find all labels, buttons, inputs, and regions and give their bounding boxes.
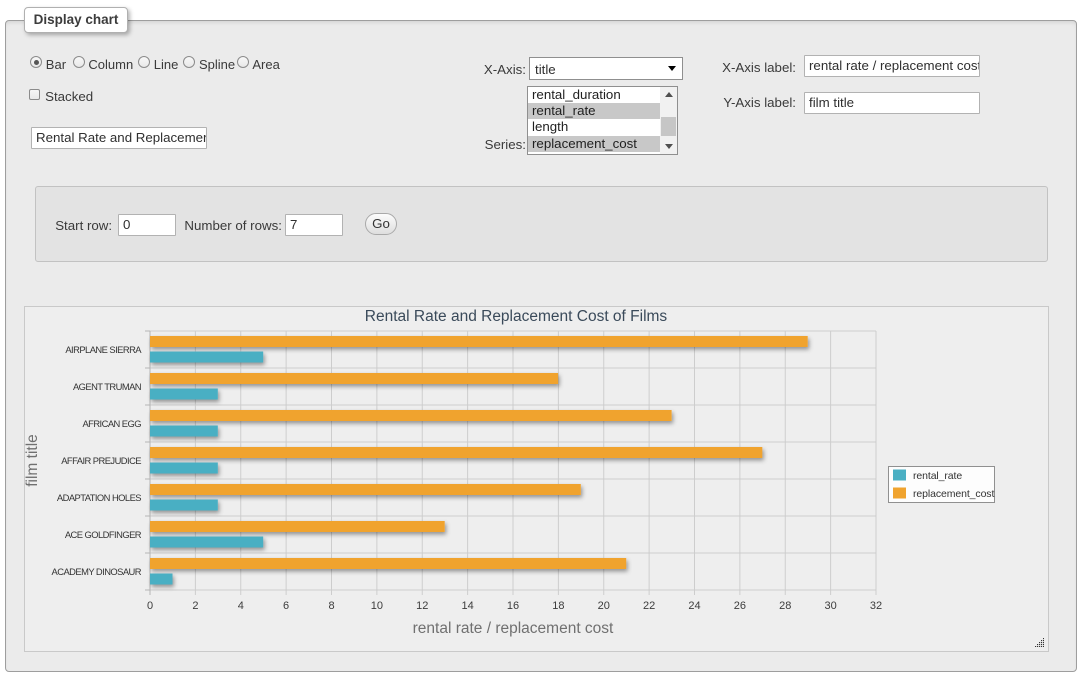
svg-text:32: 32 (870, 600, 882, 612)
svg-text:AGENT TRUMAN: AGENT TRUMAN (73, 381, 141, 392)
svg-text:26: 26 (734, 600, 746, 612)
svg-text:14: 14 (461, 600, 473, 612)
svg-text:rental rate / replacement cost: rental rate / replacement cost (413, 620, 614, 637)
svg-text:replacement_cost: replacement_cost (913, 488, 994, 500)
svg-text:4: 4 (238, 600, 244, 612)
svg-text:10: 10 (371, 600, 383, 612)
svg-text:6: 6 (283, 600, 289, 612)
svg-text:rental_rate: rental_rate (913, 470, 962, 482)
svg-text:18: 18 (552, 600, 564, 612)
svg-text:2: 2 (192, 600, 198, 612)
svg-text:Rental Rate and Replacement Co: Rental Rate and Replacement Cost of Film… (365, 308, 668, 325)
svg-text:20: 20 (598, 600, 610, 612)
svg-text:film title: film title (25, 434, 41, 487)
svg-text:ADAPTATION HOLES: ADAPTATION HOLES (57, 492, 141, 503)
svg-text:8: 8 (328, 600, 334, 612)
svg-text:24: 24 (688, 600, 700, 612)
svg-text:0: 0 (147, 600, 153, 612)
svg-text:AIRPLANE SIERRA: AIRPLANE SIERRA (65, 344, 142, 355)
svg-text:22: 22 (643, 600, 655, 612)
svg-text:AFRICAN EGG: AFRICAN EGG (82, 418, 141, 429)
svg-text:ACE GOLDFINGER: ACE GOLDFINGER (65, 529, 142, 540)
svg-text:ACADEMY DINOSAUR: ACADEMY DINOSAUR (52, 566, 142, 577)
svg-text:16: 16 (507, 600, 519, 612)
svg-text:AFFAIR PREJUDICE: AFFAIR PREJUDICE (61, 455, 141, 466)
svg-text:12: 12 (416, 600, 428, 612)
svg-text:30: 30 (824, 600, 836, 612)
svg-text:28: 28 (779, 600, 791, 612)
